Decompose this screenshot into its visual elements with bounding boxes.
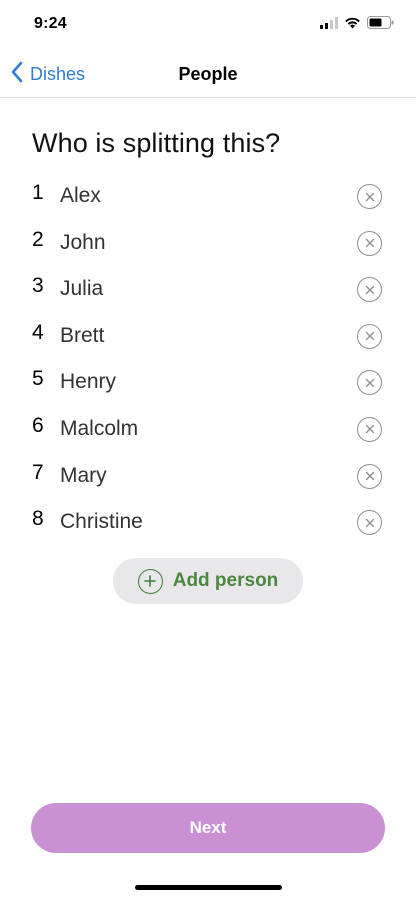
close-icon [365,285,374,294]
person-name-field[interactable] [60,416,320,441]
battery-icon [367,16,394,34]
remove-person-button[interactable] [357,416,382,442]
add-person-label: Add person [172,570,279,591]
status-time: 9:24 [34,15,67,32]
status-bar: 9:24 [0,0,416,50]
wifi-icon [344,16,361,34]
person-row: 6 [0,403,416,450]
navigation-bar: Dishes People [0,50,416,98]
next-button[interactable]: Next [31,803,385,853]
person-number: 8 [32,507,44,531]
person-name-field[interactable] [60,184,320,208]
remove-person-button[interactable] [357,510,382,536]
close-icon [365,471,374,481]
person-number: 3 [32,274,44,298]
remove-person-button[interactable] [357,277,382,303]
person-number: 5 [32,367,44,391]
person-number: 7 [32,460,44,484]
person-number: 1 [32,181,44,204]
close-icon [365,378,374,388]
person-name-field[interactable] [60,323,320,348]
person-number: 6 [32,413,44,437]
person-name-field[interactable] [60,510,320,535]
close-icon [365,518,374,527]
page-title: People [178,64,238,84]
person-row: 8 [0,496,416,543]
person-row: 7 [0,450,416,497]
person-name-field[interactable] [60,370,320,395]
person-number: 2 [32,227,44,251]
person-number: 4 [32,320,44,344]
person-row: 3 [0,263,416,310]
add-person-button[interactable]: Add person [113,558,303,604]
remove-person-button[interactable] [357,230,382,256]
person-row: 4 [0,310,416,357]
close-icon [365,192,374,201]
people-list: 1 2 3 4 5 6 [0,170,416,543]
person-name-field[interactable] [60,277,320,302]
status-icons [320,16,394,34]
plus-circle-icon [137,568,163,594]
close-icon [365,425,374,434]
remove-person-button[interactable] [357,463,382,489]
person-row: 2 [0,217,416,264]
cellular-signal-icon [320,16,338,34]
remove-person-button[interactable] [357,184,382,209]
person-row: 1 [0,170,416,217]
remove-person-button[interactable] [357,323,382,349]
remove-person-button[interactable] [357,370,382,396]
close-icon [365,332,374,341]
close-icon [365,238,374,248]
person-name-field[interactable] [60,230,320,255]
people-heading: Who is splitting this? [32,128,281,158]
person-name-field[interactable] [60,463,320,488]
person-row: 5 [0,356,416,403]
home-indicator [135,885,282,890]
